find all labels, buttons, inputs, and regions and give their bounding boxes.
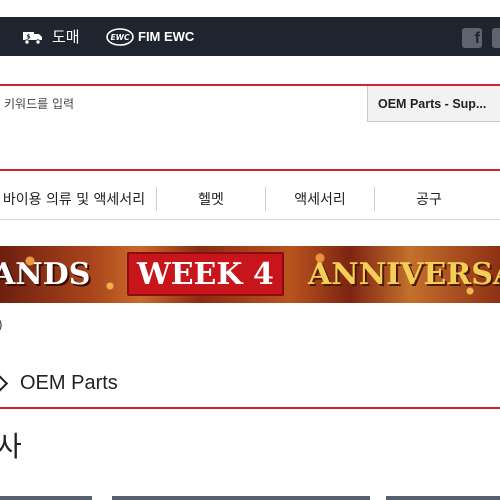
breadcrumb-fragment: ) bbox=[0, 318, 3, 332]
nav-item-accessories[interactable]: 액세서리 bbox=[266, 178, 374, 219]
search-scope-select[interactable]: OEM Parts - Sup... bbox=[367, 86, 500, 122]
svg-text:EWC: EWC bbox=[111, 33, 130, 42]
wholesale-link[interactable]: $ 도매 bbox=[22, 17, 80, 56]
instagram-icon[interactable] bbox=[492, 28, 500, 48]
product-thumbnail[interactable] bbox=[386, 496, 500, 500]
page-heading: 사 bbox=[0, 430, 22, 463]
section-header: OEM Parts bbox=[0, 368, 500, 409]
product-thumbnail[interactable] bbox=[0, 496, 92, 500]
fim-ewc-logo-icon: EWC bbox=[106, 27, 134, 46]
truck-icon: $ bbox=[23, 31, 42, 45]
promo-banner[interactable]: ANDS WEEK 4 ANNIVERSAR bbox=[0, 246, 500, 303]
banner-week-badge: WEEK 4 bbox=[127, 252, 284, 296]
nav-item-apparel[interactable]: 바이용 의류 및 액세서리 bbox=[0, 178, 156, 219]
wholesale-label: 도매 bbox=[52, 28, 80, 46]
fim-ewc-link[interactable]: EWC FIM EWC bbox=[106, 17, 194, 56]
svg-text:$: $ bbox=[26, 33, 30, 40]
banner-right-text: ANNIVERSAR bbox=[308, 257, 500, 292]
section-title: OEM Parts bbox=[20, 372, 118, 394]
banner-left-text: ANDS bbox=[0, 257, 91, 292]
product-thumbnail[interactable] bbox=[112, 496, 370, 500]
nav-item-tools[interactable]: 공구 bbox=[375, 178, 483, 219]
fim-ewc-label: FIM EWC bbox=[138, 29, 195, 44]
category-nav: 바이용 의류 및 액세서리 헬멧 액세서리 공구 bbox=[0, 178, 500, 220]
nav-item-helmets[interactable]: 헬멧 bbox=[157, 178, 265, 219]
facebook-icon[interactable]: f bbox=[462, 28, 482, 48]
top-header: $ 도매 EWC FIM EWC f bbox=[0, 0, 500, 56]
chevron-right-icon bbox=[0, 372, 9, 395]
search-input[interactable] bbox=[0, 86, 367, 122]
